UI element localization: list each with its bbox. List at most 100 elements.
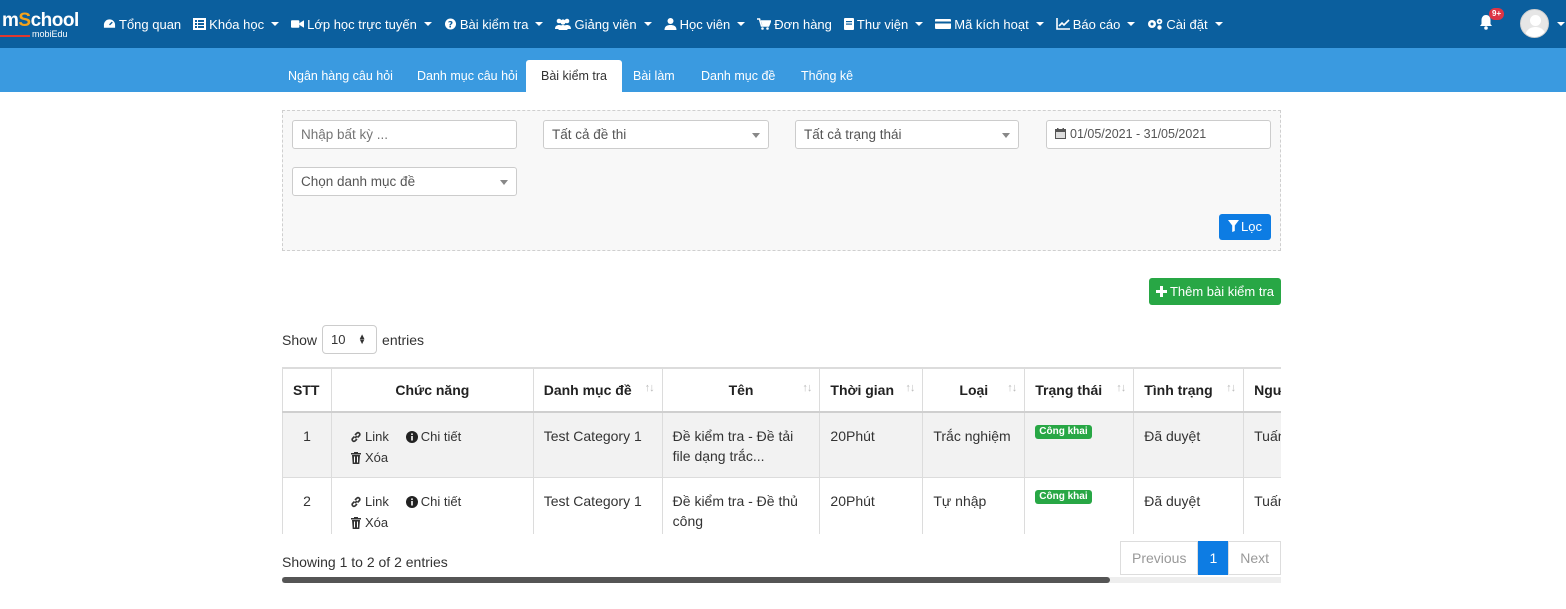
sort-icon: ↑↓ <box>1007 382 1017 394</box>
status-badge: Công khai <box>1035 490 1092 504</box>
table-row: 2 Link Chi tiết Xóa Test Category 1 Đề k… <box>282 477 1281 534</box>
tab-exams[interactable]: Bài kiểm tra <box>526 60 622 92</box>
tab-question-bank[interactable]: Ngân hàng câu hỏi <box>273 60 408 92</box>
video-icon <box>291 20 305 28</box>
sort-arrows-icon: ▲ ▼ <box>358 332 367 346</box>
menu-item-settings[interactable]: Cài đặt <box>1147 17 1223 32</box>
tab-submissions[interactable]: Bài làm <box>618 60 690 92</box>
horizontal-scrollbar[interactable] <box>282 577 1281 583</box>
status-select[interactable]: Tất cả trạng thái <box>795 120 1019 149</box>
chevron-down-icon <box>1035 22 1044 26</box>
sort-icon: ↑↓ <box>802 382 812 394</box>
menu-item-overview[interactable]: Tổng quan <box>103 17 181 32</box>
page-length-control: Show 10 ▲ ▼ entries <box>282 325 424 354</box>
chevron-down-icon <box>1214 22 1223 26</box>
date-range-picker[interactable]: 01/05/2021 - 31/05/2021 <box>1046 120 1271 149</box>
exam-select[interactable]: Tất cả đề thi <box>543 120 769 149</box>
column-header-actions: Chức năng <box>330 367 534 413</box>
filter-button[interactable]: Lọc <box>1219 214 1271 240</box>
info-icon <box>405 431 418 443</box>
category-select[interactable]: Chọn danh mục đề <box>292 167 517 196</box>
chevron-down-icon <box>1127 22 1136 26</box>
book-icon <box>843 18 854 30</box>
chevron-down-icon <box>1002 133 1010 138</box>
menu-item-reports[interactable]: Báo cáo <box>1055 17 1136 32</box>
chevron-down-icon <box>500 180 508 185</box>
tab-exam-categories[interactable]: Danh mục đề <box>686 60 790 92</box>
sort-icon: ↑↓ <box>1116 382 1126 394</box>
question-circle-icon: ? <box>444 18 456 31</box>
column-header-type[interactable]: Loại ↑↓ <box>922 367 1026 413</box>
link-action[interactable]: Link <box>350 427 389 447</box>
exam-table: STT Chức năng Danh mục đề ↑↓ Tên ↑↓ Thời g… <box>282 367 1281 534</box>
menu-item-library[interactable]: Thư viện <box>843 17 924 32</box>
user-icon <box>664 18 677 30</box>
column-header-person[interactable]: Ngư <box>1243 367 1281 413</box>
chevron-down-icon <box>643 22 652 26</box>
chevron-down-icon <box>915 22 924 26</box>
column-header-category[interactable]: Danh mục đề ↑↓ <box>532 367 663 413</box>
card-icon <box>935 19 952 29</box>
chevron-down-icon <box>423 22 432 26</box>
next-page-button[interactable]: Next <box>1228 541 1282 575</box>
table-row: 1 Link Chi tiết Xóa Test Category 1 Đề k… <box>282 411 1281 478</box>
page-1-button[interactable]: 1 <box>1198 541 1229 575</box>
chevron-down-icon <box>737 22 746 26</box>
dashboard-icon <box>103 19 116 28</box>
detail-action[interactable]: Chi tiết <box>405 492 461 512</box>
top-navbar: mSchool mobiEdu Tổng quan Khóa học Lớp h… <box>0 0 1566 48</box>
column-header-name[interactable]: Tên ↑↓ <box>661 367 821 413</box>
menu-item-online-class[interactable]: Lớp học trực tuyến <box>291 17 432 32</box>
filter-icon <box>1228 220 1240 232</box>
column-header-status[interactable]: Trạng thái ↑↓ <box>1024 367 1135 413</box>
cart-icon <box>757 18 772 30</box>
sort-icon: ↑↓ <box>1226 382 1236 394</box>
chevron-down-icon <box>535 22 544 26</box>
menu-item-orders[interactable]: Đơn hàng <box>757 17 832 32</box>
pagination: Previous 1 Next <box>1120 541 1282 575</box>
notification-count-badge: 9+ <box>1489 8 1505 20</box>
menu-item-activation-codes[interactable]: Mã kích hoạt <box>935 17 1044 32</box>
main-menu: Tổng quan Khóa học Lớp học trực tuyến ? … <box>103 0 1235 48</box>
search-input[interactable] <box>292 120 517 149</box>
trash-icon <box>350 452 361 464</box>
column-header-state[interactable]: Tình trạng ↑↓ <box>1133 367 1245 413</box>
column-header-time[interactable]: Thời gian ↑↓ <box>819 367 924 413</box>
menu-item-students[interactable]: Học viên <box>664 17 746 32</box>
menu-item-exams[interactable]: ? Bài kiểm tra <box>444 17 544 32</box>
menu-item-teachers[interactable]: Giảng viên <box>555 17 652 32</box>
status-badge: Công khai <box>1035 425 1092 439</box>
link-icon <box>351 496 361 508</box>
page-length-select[interactable]: 10 ▲ ▼ <box>322 325 378 354</box>
scrollbar-thumb[interactable] <box>282 577 1110 583</box>
column-header-stt[interactable]: STT <box>282 367 332 413</box>
list-icon <box>193 18 207 30</box>
info-icon <box>405 496 418 508</box>
tab-statistics[interactable]: Thống kê <box>786 60 868 92</box>
sub-navbar: Ngân hàng câu hỏi Danh mục câu hỏi Bài k… <box>0 48 1566 92</box>
add-exam-button[interactable]: Thêm bài kiểm tra <box>1149 278 1281 305</box>
sort-icon: ↑↓ <box>644 382 655 394</box>
chevron-down-icon <box>752 133 760 138</box>
chart-icon <box>1055 18 1070 30</box>
chevron-down-icon[interactable] <box>1557 22 1565 26</box>
sort-icon: ↑↓ <box>905 382 915 394</box>
plus-icon <box>1155 286 1167 297</box>
avatar[interactable] <box>1520 9 1549 38</box>
svg-text:?: ? <box>448 21 453 31</box>
detail-action[interactable]: Chi tiết <box>405 427 461 447</box>
delete-action[interactable]: Xóa <box>350 513 388 533</box>
gears-icon <box>1148 18 1163 30</box>
link-icon <box>351 431 361 443</box>
table-info: Showing 1 to 2 of 2 entries <box>282 554 448 570</box>
logo[interactable]: mSchool mobiEdu <box>0 6 86 40</box>
delete-action[interactable]: Xóa <box>350 448 388 468</box>
filter-panel: Tất cả đề thi Tất cả trạng thái 01/05/20… <box>282 110 1281 251</box>
menu-item-courses[interactable]: Khóa học <box>193 17 280 32</box>
tab-question-categories[interactable]: Danh mục câu hỏi <box>402 60 533 92</box>
link-action[interactable]: Link <box>350 492 389 512</box>
calendar-icon <box>1055 128 1066 139</box>
users-icon <box>555 18 572 30</box>
chevron-down-icon <box>271 22 280 26</box>
previous-page-button[interactable]: Previous <box>1120 541 1199 575</box>
